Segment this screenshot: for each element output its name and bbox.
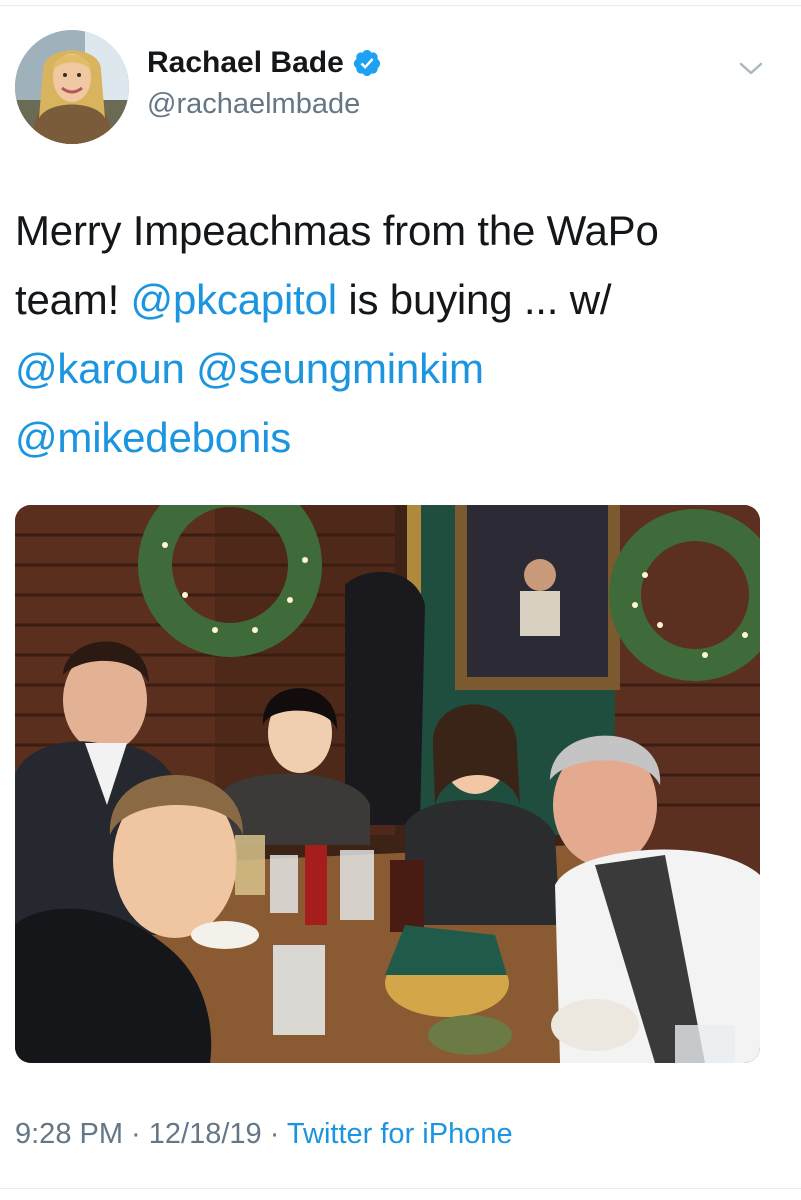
tweet-text-segment: team! xyxy=(15,276,131,323)
tweet-text-line3: @karoun @seungminkim xyxy=(15,334,785,403)
tweet-text-line4: @mikedebonis xyxy=(15,403,785,472)
author-display-name[interactable]: Rachael Bade xyxy=(147,46,382,80)
tweet-time[interactable]: 9:28 PM xyxy=(15,1118,123,1150)
tweet-text-segment: Merry Impeachmas from the WaPo xyxy=(15,207,659,254)
mention-link-karoun[interactable]: @karoun xyxy=(15,345,185,392)
tweet-text-line2: team! @pkcapitol is buying ... w/ xyxy=(15,265,785,334)
top-divider xyxy=(0,5,801,6)
chevron-down-icon[interactable] xyxy=(736,58,766,80)
mention-link-seungminkim[interactable]: @seungminkim xyxy=(196,345,484,392)
meta-separator: · xyxy=(123,1118,149,1150)
bottom-divider xyxy=(0,1188,801,1189)
meta-separator: · xyxy=(261,1118,287,1150)
tweet-text-line1: Merry Impeachmas from the WaPo xyxy=(15,196,785,265)
tweet-photo[interactable] xyxy=(15,505,760,1063)
author-handle[interactable]: @rachaelmbade xyxy=(147,88,360,121)
tweet-text: Merry Impeachmas from the WaPo team! @pk… xyxy=(15,196,785,472)
mention-link-mikedebonis[interactable]: @mikedebonis xyxy=(15,414,291,461)
mention-link-pkcapitol[interactable]: @pkcapitol xyxy=(131,276,338,323)
author-avatar[interactable] xyxy=(15,30,129,144)
tweet-source-link[interactable]: Twitter for iPhone xyxy=(287,1118,513,1150)
tweet-text-segment: is buying ... w/ xyxy=(336,276,612,323)
tweet-date[interactable]: 12/18/19 xyxy=(149,1118,262,1150)
tweet-metadata: 9:28 PM · 12/18/19 · Twitter for iPhone xyxy=(15,1118,513,1151)
verified-badge-icon xyxy=(352,48,382,78)
author-name-text: Rachael Bade xyxy=(147,46,344,79)
